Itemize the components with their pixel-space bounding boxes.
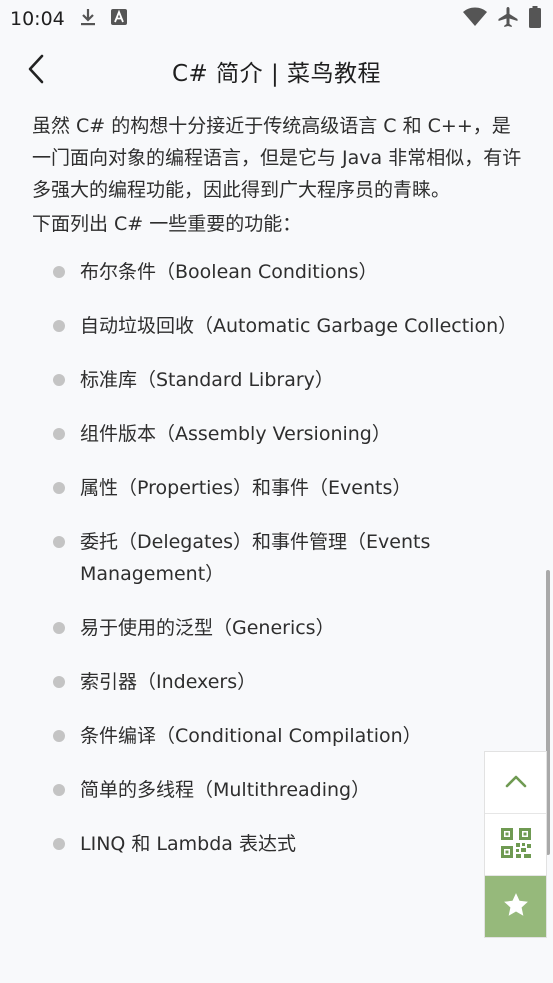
bullet-icon — [53, 428, 65, 440]
qr-code-icon — [500, 827, 531, 862]
list-item: 易于使用的泛型（Generics） — [32, 612, 522, 644]
list-item: 索引器（Indexers） — [32, 666, 522, 698]
list-item-text: 标准库（Standard Library） — [80, 369, 334, 391]
bullet-icon — [53, 676, 65, 688]
list-item-text: 条件编译（Conditional Compilation） — [80, 725, 422, 747]
list-item-text: 属性（Properties）和事件（Events） — [80, 477, 412, 499]
bullet-icon — [53, 622, 65, 634]
bullet-icon — [53, 320, 65, 332]
list-item: 组件版本（Assembly Versioning） — [32, 418, 522, 450]
article-content: 虽然 C# 的构想十分接近于传统高级语言 C 和 C++，是一门面向对象的编程语… — [32, 104, 522, 882]
wifi-icon — [463, 7, 487, 31]
list-item-text: 简单的多线程（Multithreading） — [80, 779, 371, 801]
bullet-icon — [53, 536, 65, 548]
bullet-icon — [53, 730, 65, 742]
bullet-icon — [53, 266, 65, 278]
list-item-text: 易于使用的泛型（Generics） — [80, 617, 335, 639]
text-a-icon — [110, 9, 127, 29]
list-item-text: 自动垃圾回收（Automatic Garbage Collection） — [80, 315, 518, 337]
chevron-left-icon — [27, 54, 45, 88]
list-item: 委托（Delegates）和事件管理（Events Management） — [32, 526, 522, 590]
list-item-text: 布尔条件（Boolean Conditions） — [80, 261, 378, 283]
feature-lead: 下面列出 C# 一些重要的功能： — [32, 213, 302, 235]
intro-paragraph: 虽然 C# 的构想十分接近于传统高级语言 C 和 C++，是一门面向对象的编程语… — [32, 115, 522, 201]
list-item-text: LINQ 和 Lambda 表达式 — [80, 833, 296, 855]
floating-action-panel — [484, 751, 547, 938]
app-bar: C# 简介 | 菜鸟教程 — [0, 38, 553, 104]
list-item: 标准库（Standard Library） — [32, 364, 522, 396]
scroll-top-button[interactable] — [485, 752, 546, 814]
list-item-text: 索引器（Indexers） — [80, 671, 257, 693]
list-item: 属性（Properties）和事件（Events） — [32, 472, 522, 504]
list-item: 条件编译（Conditional Compilation） — [32, 720, 522, 752]
download-icon — [79, 7, 97, 31]
list-item-text: 组件版本（Assembly Versioning） — [80, 423, 391, 445]
status-bar: 10:04 — [0, 0, 553, 38]
bullet-icon — [53, 838, 65, 850]
list-item: 布尔条件（Boolean Conditions） — [32, 256, 522, 288]
back-button[interactable] — [20, 52, 52, 90]
status-time: 10:04 — [10, 8, 65, 30]
battery-icon — [529, 6, 541, 32]
favorite-button[interactable] — [485, 876, 546, 937]
page-title: C# 简介 | 菜鸟教程 — [171, 61, 381, 87]
airplane-icon — [497, 6, 519, 32]
bullet-icon — [53, 784, 65, 796]
bullet-icon — [53, 374, 65, 386]
chevron-up-icon — [505, 773, 527, 792]
qr-code-button[interactable] — [485, 814, 546, 876]
feature-list: 布尔条件（Boolean Conditions） 自动垃圾回收（Automati… — [32, 256, 522, 860]
list-item: 自动垃圾回收（Automatic Garbage Collection） — [32, 310, 522, 342]
list-item: 简单的多线程（Multithreading） — [32, 774, 522, 806]
bullet-icon — [53, 482, 65, 494]
star-icon — [502, 891, 530, 923]
list-item: LINQ 和 Lambda 表达式 — [32, 828, 522, 860]
list-item-text: 委托（Delegates）和事件管理（Events Management） — [80, 531, 431, 585]
